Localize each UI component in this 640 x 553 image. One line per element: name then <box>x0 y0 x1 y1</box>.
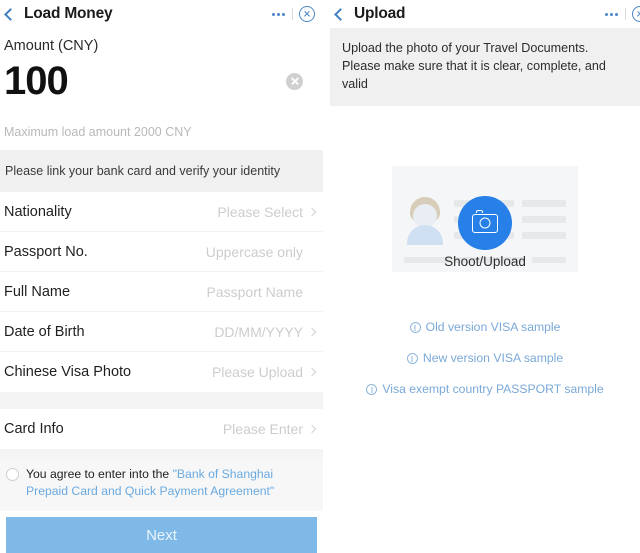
form-row-chinese-visa-photo[interactable]: Chinese Visa Photo Please Upload <box>0 352 323 392</box>
row-right: DD/MM/YYYY <box>214 323 317 340</box>
miniprogram-capsule <box>265 4 321 24</box>
row-value: Please Enter <box>222 421 303 437</box>
sample-links: Old version VISA sample New version VISA… <box>330 272 640 396</box>
form-row-full-name[interactable]: Full Name Passport Name <box>0 272 323 312</box>
list-section-gap <box>0 392 323 409</box>
agreement-block: You agree to enter into the "Bank of Sha… <box>0 457 323 511</box>
row-value: Please Upload <box>211 364 303 380</box>
row-value: Please Select <box>217 203 303 220</box>
upload-area: Shoot/Upload <box>330 106 640 272</box>
row-value: DD/MM/YYYY <box>214 323 303 340</box>
shoot-upload-button[interactable] <box>458 196 512 250</box>
amount-hint: Maximum load amount 2000 CNY <box>4 125 192 139</box>
capsule-divider <box>292 8 293 20</box>
amount-label: Amount (CNY) <box>4 38 99 54</box>
info-icon <box>409 321 421 333</box>
form-row-date-of-birth[interactable]: Date of Birth DD/MM/YYYY <box>0 312 323 352</box>
row-value: Uppercase only <box>205 243 303 260</box>
more-dots-icon[interactable] <box>598 12 625 16</box>
info-icon <box>366 383 378 395</box>
back-button[interactable] <box>4 7 19 21</box>
clear-circle-icon[interactable] <box>286 72 303 90</box>
agreement-text: You agree to enter into the "Bank of Sha… <box>26 466 313 500</box>
sample-link-label: Visa exempt country PASSPORT sample <box>382 382 604 396</box>
id-card-illustration: Shoot/Upload <box>392 166 578 272</box>
next-button[interactable]: Next <box>6 517 317 553</box>
card-info-list: Card Info Please Enter <box>0 409 323 449</box>
row-label: Full Name <box>4 283 71 300</box>
upload-screen: Upload Upload the photo of your Travel D… <box>330 0 640 553</box>
camera-icon <box>472 210 498 233</box>
load-money-screen: Load Money Amount (CNY) 100 Maximum load… <box>0 0 323 553</box>
target-close-icon[interactable] <box>632 6 640 22</box>
agreement-gap <box>0 449 323 457</box>
card-placeholder-lines-right <box>522 199 566 239</box>
row-label: Chinese Visa Photo <box>4 364 132 380</box>
chevron-left-icon <box>334 7 347 21</box>
person-avatar-icon <box>404 193 446 245</box>
placeholder-line <box>522 231 566 239</box>
left-navbar: Load Money <box>0 0 323 28</box>
row-value: Passport Name <box>206 283 303 300</box>
more-dots-icon[interactable] <box>265 12 292 16</box>
identity-form-list: Nationality Please Select Passport No. U… <box>0 192 323 392</box>
dual-screen-container: Load Money Amount (CNY) 100 Maximum load… <box>0 0 640 553</box>
row-right: Uppercase only <box>206 244 315 260</box>
info-icon <box>406 352 418 364</box>
row-right: Passport Name <box>207 284 315 300</box>
sample-link-old-visa[interactable]: Old version VISA sample <box>409 320 561 334</box>
screen-gutter <box>323 0 330 553</box>
chevron-right-icon <box>307 424 317 434</box>
placeholder-line <box>522 215 566 223</box>
row-right: Please Select <box>217 203 317 220</box>
amount-block: Amount (CNY) 100 <box>0 28 323 104</box>
chevron-right-icon <box>307 207 317 216</box>
placeholder-line <box>522 199 566 207</box>
row-right: Please Enter <box>222 421 317 437</box>
amount-input-row[interactable]: 100 <box>4 58 315 104</box>
next-button-wrap: Next <box>0 517 323 553</box>
capsule-divider <box>625 8 626 20</box>
row-label: Nationality <box>4 203 72 220</box>
row-label: Date of Birth <box>4 323 85 340</box>
page-title: Load Money <box>24 5 113 22</box>
target-close-icon[interactable] <box>299 6 315 22</box>
amount-value[interactable]: 100 <box>4 59 69 103</box>
right-navbar: Upload <box>330 0 640 28</box>
agreement-checkbox[interactable] <box>6 468 19 481</box>
sample-link-new-visa[interactable]: New version VISA sample <box>406 351 564 365</box>
row-label: Passport No. <box>4 243 88 260</box>
miniprogram-capsule <box>598 4 640 24</box>
shoot-upload-label: Shoot/Upload <box>444 254 526 269</box>
row-right: Please Upload <box>211 364 317 380</box>
chevron-right-icon <box>307 327 317 336</box>
row-label: Card Info <box>4 421 64 437</box>
form-row-passport-no[interactable]: Passport No. Uppercase only <box>0 232 323 272</box>
chevron-right-icon <box>307 367 317 377</box>
back-button[interactable] <box>334 7 349 21</box>
form-row-card-info[interactable]: Card Info Please Enter <box>0 409 323 449</box>
sample-link-label: New version VISA sample <box>422 351 564 365</box>
page-title: Upload <box>354 5 406 22</box>
upload-notice: Upload the photo of your Travel Document… <box>330 28 640 106</box>
verify-identity-banner: Please link your bank card and verify yo… <box>0 150 323 192</box>
chevron-left-icon <box>4 7 17 21</box>
sample-link-visa-exempt-passport[interactable]: Visa exempt country PASSPORT sample <box>366 382 604 396</box>
sample-link-label: Old version VISA sample <box>425 320 561 334</box>
agreement-prefix: You agree to enter into the <box>26 467 173 481</box>
form-row-nationality[interactable]: Nationality Please Select <box>0 192 323 232</box>
